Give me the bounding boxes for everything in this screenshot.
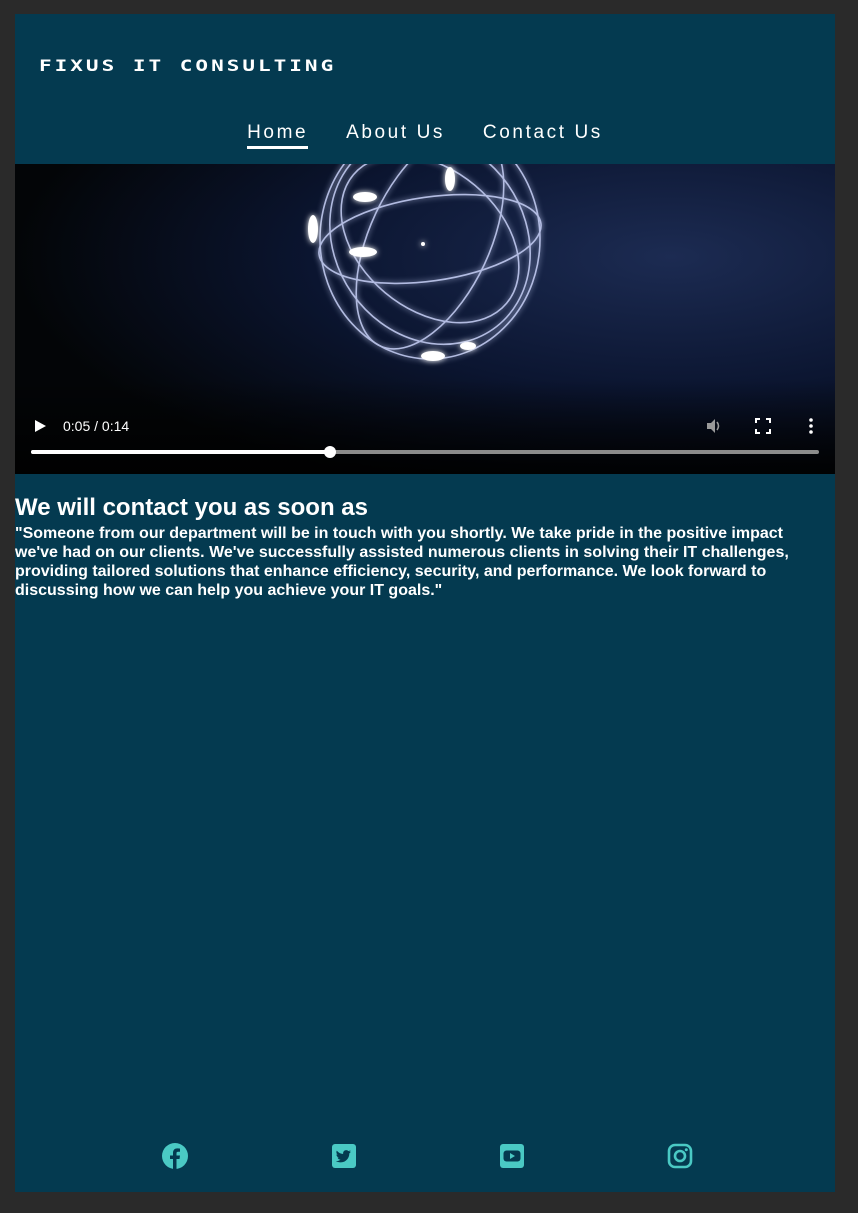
fullscreen-icon[interactable]: [755, 418, 771, 434]
page-heading: We will contact you as soon as: [15, 494, 368, 521]
volume-icon[interactable]: [705, 417, 723, 435]
instagram-icon[interactable]: [666, 1142, 694, 1170]
twitter-icon[interactable]: [330, 1142, 358, 1170]
nav-contact-link[interactable]: Contact Us: [483, 122, 603, 146]
more-options-icon[interactable]: [805, 417, 817, 435]
main-nav: Home About Us Contact Us: [15, 122, 835, 149]
nav-home-link[interactable]: Home: [247, 122, 309, 149]
play-icon[interactable]: [33, 419, 47, 433]
nav-about-link[interactable]: About Us: [346, 122, 445, 146]
page-container: FIXUS IT CONSULTING Home About Us Contac…: [15, 14, 835, 1192]
youtube-icon[interactable]: [498, 1142, 526, 1170]
contact-message: "Someone from our department will be in …: [15, 525, 789, 599]
video-time-display: 0:05 / 0:14: [63, 418, 130, 434]
video-progress-bar[interactable]: [31, 446, 819, 458]
video-player[interactable]: 0:05 / 0:14: [15, 164, 835, 474]
facebook-icon[interactable]: [161, 1142, 189, 1170]
social-links: [15, 1142, 835, 1174]
site-logo[interactable]: FIXUS IT CONSULTING: [39, 56, 336, 75]
video-progress-fill: [31, 450, 331, 454]
